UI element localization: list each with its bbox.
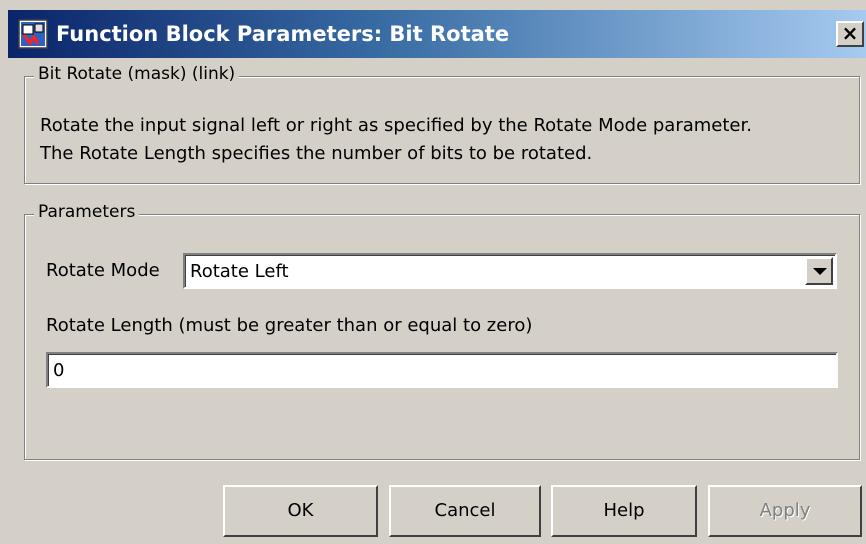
- close-button[interactable]: ×: [836, 21, 864, 47]
- rotate-length-input[interactable]: 0: [46, 352, 838, 388]
- rotate-length-value: 0: [53, 359, 65, 381]
- parameters-group: [24, 214, 860, 460]
- simulink-block-icon: [18, 19, 48, 49]
- description-line-1: Rotate the input signal left or right as…: [40, 115, 752, 136]
- dialog-window: Function Block Parameters: Bit Rotate × …: [0, 0, 866, 544]
- rotate-mode-selected-value: Rotate Left: [190, 260, 289, 282]
- rotate-mode-dropdown[interactable]: Rotate Left: [183, 253, 837, 289]
- parameters-group-legend: Parameters: [34, 202, 140, 222]
- window-title: Function Block Parameters: Bit Rotate: [56, 22, 510, 46]
- mask-group-legend: Bit Rotate (mask) (link): [34, 64, 240, 84]
- ok-button[interactable]: OK: [223, 485, 378, 537]
- help-button[interactable]: Help: [551, 485, 697, 537]
- chevron-down-icon[interactable]: [805, 257, 833, 285]
- cancel-button[interactable]: Cancel: [389, 485, 541, 537]
- rotate-length-label: Rotate Length (must be greater than or e…: [46, 315, 533, 336]
- close-icon: ×: [841, 21, 859, 45]
- description-line-2: The Rotate Length specifies the number o…: [40, 143, 593, 164]
- rotate-mode-label: Rotate Mode: [46, 260, 160, 281]
- apply-button[interactable]: Apply: [708, 485, 862, 537]
- title-bar[interactable]: Function Block Parameters: Bit Rotate ×: [8, 10, 866, 58]
